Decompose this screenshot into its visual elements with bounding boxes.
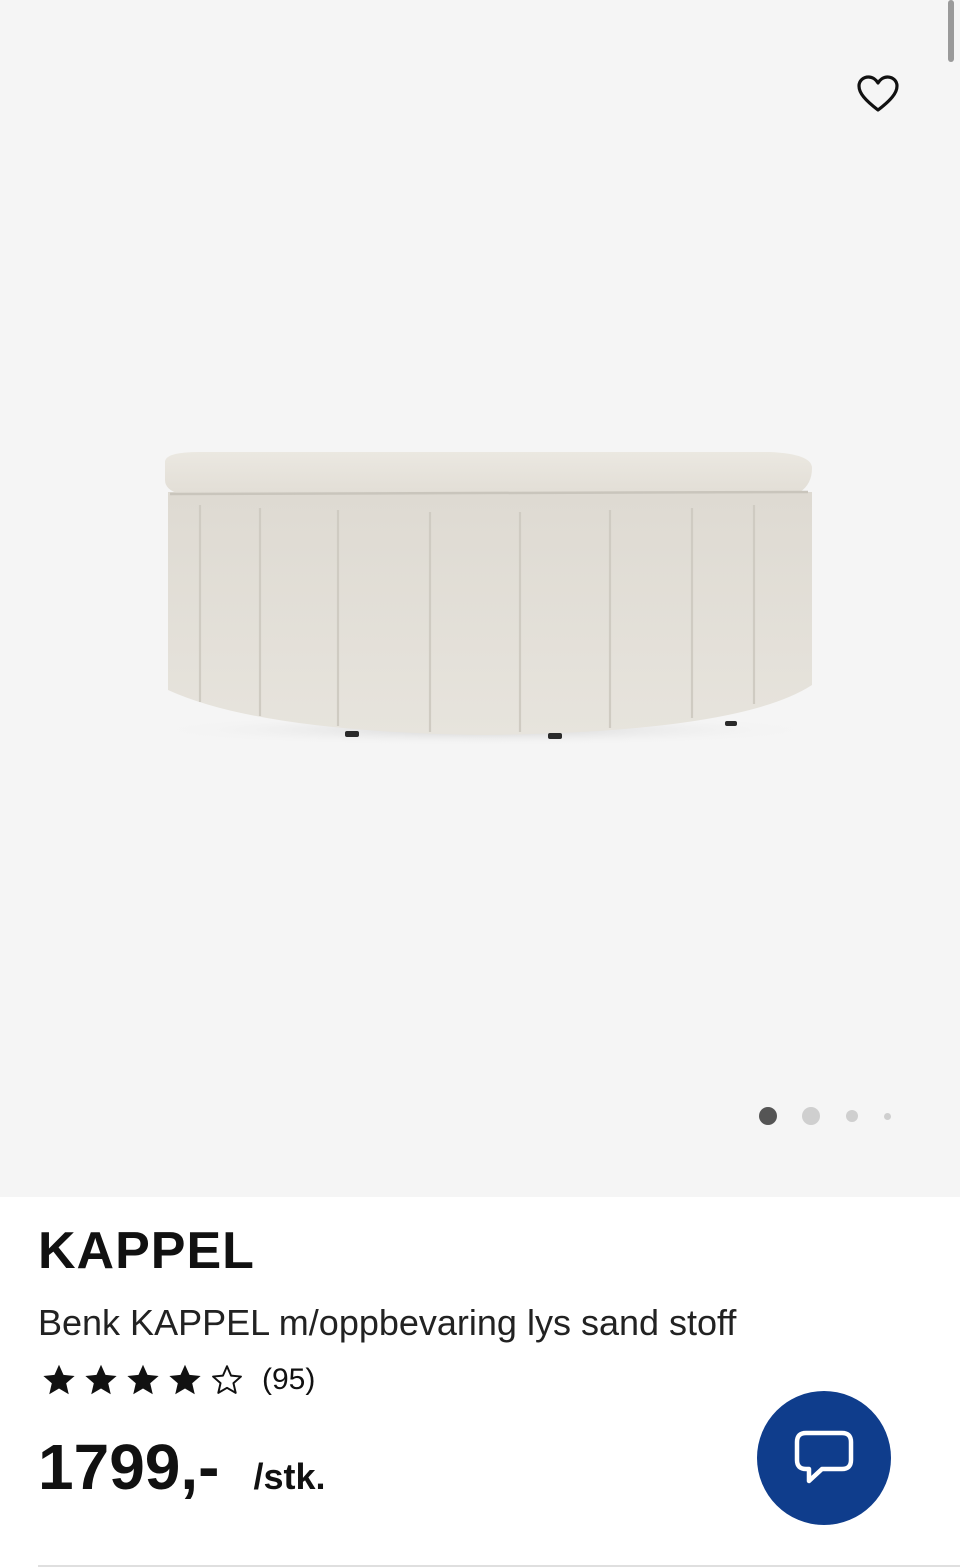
star-filled-icon xyxy=(127,1364,159,1395)
heart-outline-icon xyxy=(857,75,899,112)
pagination-dot-1[interactable] xyxy=(759,1107,777,1125)
price-unit: /stk. xyxy=(253,1456,326,1497)
product-page: KAPPEL Benk KAPPEL m/oppbevaring lys san… xyxy=(0,0,960,1567)
product-image-gallery[interactable] xyxy=(0,0,960,1197)
scrollbar[interactable] xyxy=(948,0,954,62)
price-row: 1799,- /stk. xyxy=(38,1429,326,1505)
star-filled-icon xyxy=(85,1364,117,1395)
rating-count: (95) xyxy=(262,1363,316,1396)
pagination-dot-2[interactable] xyxy=(802,1107,820,1125)
pagination-dot-3[interactable] xyxy=(846,1110,858,1122)
chat-button[interactable] xyxy=(757,1391,891,1525)
product-rating[interactable]: (95) xyxy=(38,1360,315,1400)
star-filled-icon xyxy=(43,1364,75,1395)
product-image-bench xyxy=(145,452,825,746)
star-filled-icon xyxy=(169,1364,201,1395)
star-outline-icon xyxy=(212,1365,242,1394)
gallery-pagination xyxy=(755,1105,895,1127)
product-price: 1799,- xyxy=(38,1431,220,1503)
favorite-button[interactable] xyxy=(848,66,908,122)
chat-bubble-icon xyxy=(794,1430,854,1484)
product-description: Benk KAPPEL m/oppbevaring lys sand stoff xyxy=(38,1302,737,1343)
rating-stars xyxy=(38,1362,248,1398)
product-name: KAPPEL xyxy=(38,1222,255,1280)
pagination-dot-4[interactable] xyxy=(884,1113,891,1120)
